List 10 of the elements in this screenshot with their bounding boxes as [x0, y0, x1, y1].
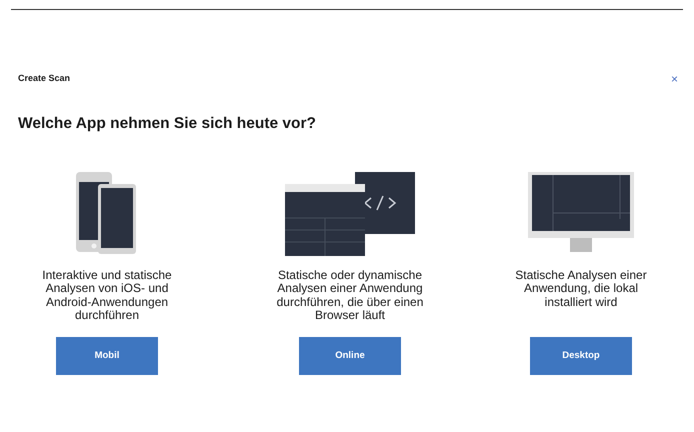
option-description: Statische oder dynamische Analysen einer Anwendung durchführen, die über einen Browser läuft	[276, 268, 424, 324]
option-button[interactable]: Mobil	[56, 336, 158, 375]
option-button[interactable]: Online	[299, 336, 401, 375]
close-button[interactable]: ×	[668, 72, 680, 85]
browser-windows-icon	[285, 170, 415, 256]
option-description: Interaktive und statische Analysen von iOS- und Android-Anwendungen durchführen	[41, 268, 173, 324]
option-button[interactable]: Desktop	[530, 336, 632, 375]
option-description: Statische Analysen einer Anwendung, die lokal installiert wird	[514, 268, 648, 311]
heading: Welche App nehmen Sie sich heute vor?	[18, 114, 318, 134]
dialog-title: Create Scan	[18, 72, 70, 85]
